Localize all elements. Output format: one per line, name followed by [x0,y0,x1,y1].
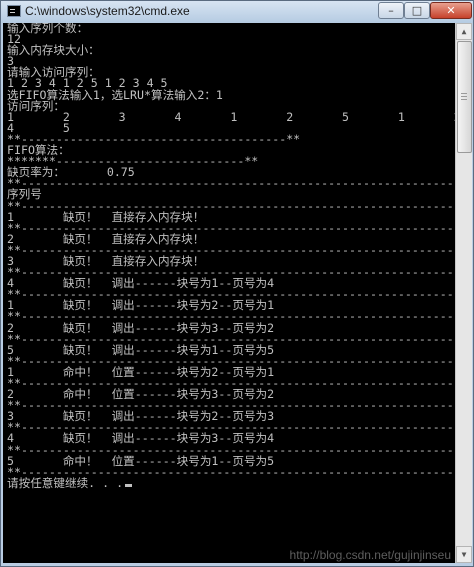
scroll-grip-icon [461,99,467,100]
maximize-button[interactable]: □ [404,2,430,19]
close-button[interactable]: ✕ [430,2,472,19]
scroll-thumb[interactable] [457,41,472,153]
console-line: **--------------------------------------… [7,131,301,146]
title-bar[interactable]: C:\windows\system32\cmd.exe – □ ✕ [1,1,473,23]
console-output[interactable]: 输入序列个数： 12 输入内存块大小： 3 请输入访问序列： 1 2 3 4 1 2 5 … [3,23,455,563]
scroll-grip-icon [461,96,467,97]
console-window: C:\windows\system32\cmd.exe – □ ✕ 输入序列个数… [0,0,474,567]
console-line: 1 2 3 4 1 2 5 1 2 3 [7,109,455,124]
text-cursor-icon [125,483,133,487]
console-line: **--------------------------------------… [7,176,455,191]
scroll-up-arrow-icon[interactable]: ▲ [456,23,472,40]
console-line: 选FIFO算法输入1，选LRU*算法输入2：1 [7,87,223,102]
console-line: 输入序列个数： [7,23,89,35]
vertical-scrollbar[interactable]: ▲ ▼ [455,23,472,563]
window-title: C:\windows\system32\cmd.exe [25,4,190,18]
console-line: 请按任意键继续. . . [7,477,453,489]
minimize-button[interactable]: – [378,2,404,19]
console-line: 输入内存块大小： [7,43,100,58]
scroll-down-arrow-icon[interactable]: ▼ [456,546,472,563]
console-lines: 输入序列个数： 12 输入内存块大小： 3 请输入访问序列： 1 2 3 4 1 2 5 … [7,23,455,489]
watermark: http://blog.csdn.net/gujinjinseu [289,548,451,562]
cmd-icon[interactable] [7,5,21,17]
scroll-grip-icon [461,93,467,94]
